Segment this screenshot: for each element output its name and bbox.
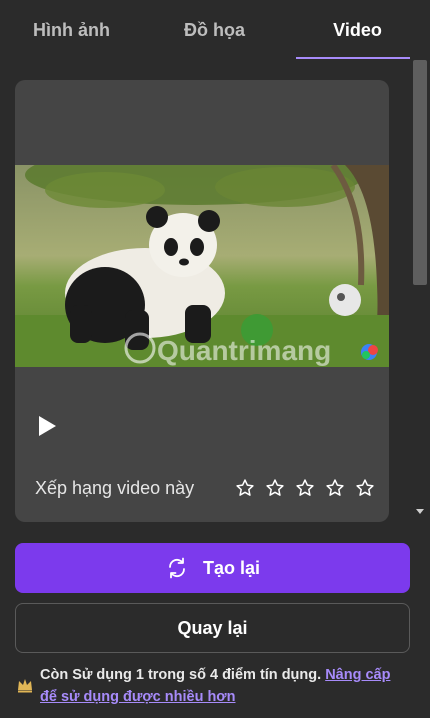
- tab-graphics[interactable]: Đồ họa: [143, 0, 286, 60]
- back-button[interactable]: Quay lại: [15, 603, 410, 653]
- star-icon-4[interactable]: [325, 478, 345, 498]
- star-icon-1[interactable]: [235, 478, 255, 498]
- star-rating: [235, 478, 375, 498]
- tab-video[interactable]: Video: [286, 0, 429, 60]
- play-button[interactable]: [33, 412, 61, 440]
- star-icon-2[interactable]: [265, 478, 285, 498]
- credits-notice: Còn Sử dụng 1 trong số 4 điểm tín dụng. …: [16, 664, 406, 708]
- play-icon: [39, 416, 56, 436]
- back-label: Quay lại: [177, 617, 248, 638]
- regenerate-button[interactable]: Tạo lại: [15, 543, 410, 593]
- result-scroll-area[interactable]: Quantrimang Xếp hạng video này: [0, 60, 430, 526]
- scroll-thumb[interactable]: [413, 60, 427, 285]
- tab-bar: Hình ảnh Đồ họa Video: [0, 0, 430, 60]
- video-preview[interactable]: Quantrimang: [15, 165, 389, 367]
- regenerate-label: Tạo lại: [202, 557, 260, 578]
- scroll-down-icon[interactable]: [415, 508, 425, 516]
- rating-row: Xếp hạng video này: [35, 473, 375, 503]
- star-icon-5[interactable]: [355, 478, 375, 498]
- video-thumbnail: Quantrimang: [15, 165, 389, 367]
- rating-label: Xếp hạng video này: [35, 477, 195, 498]
- credits-remaining: Còn Sử dụng 1 trong số 4 điểm tín dụng.: [40, 667, 326, 683]
- refresh-icon: [169, 557, 185, 579]
- active-tab-indicator: [296, 57, 410, 59]
- video-card: Quantrimang Xếp hạng video này: [15, 80, 389, 522]
- vertical-scrollbar[interactable]: [410, 60, 430, 522]
- crown-icon: [18, 679, 32, 693]
- video-watermark: Quantrimang: [157, 335, 331, 366]
- star-icon-3[interactable]: [295, 478, 315, 498]
- credits-text: Còn Sử dụng 1 trong số 4 điểm tín dụng. …: [40, 664, 406, 708]
- tab-images[interactable]: Hình ảnh: [0, 0, 143, 60]
